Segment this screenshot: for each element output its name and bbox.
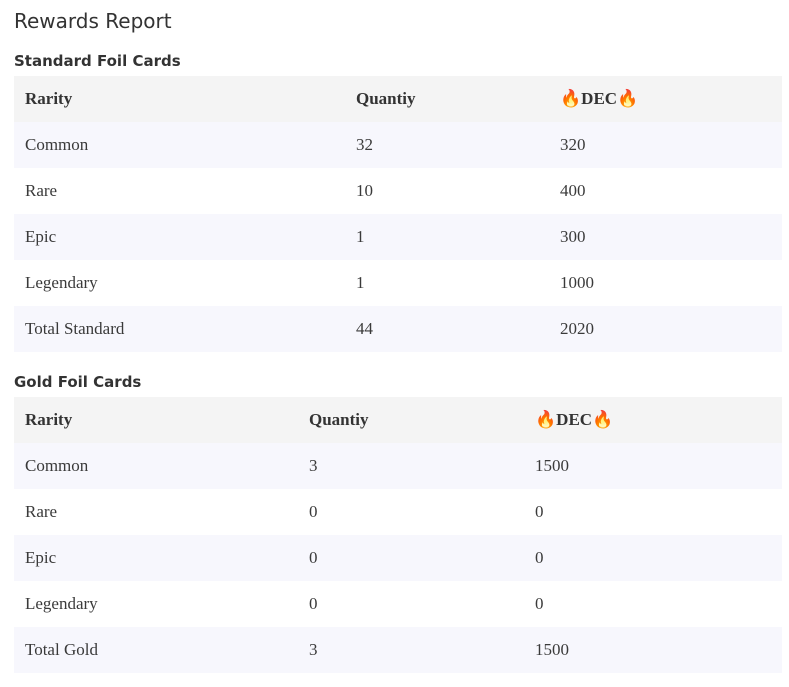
quantity-cell: 10 <box>345 168 549 214</box>
table-row: Epic 1 300 <box>14 214 782 260</box>
table-row: Rare 0 0 <box>14 489 782 535</box>
dec-cell: 1500 <box>524 443 782 489</box>
rarity-cell: Total Standard <box>14 306 345 352</box>
quantity-cell: 0 <box>298 489 524 535</box>
dec-cell: 0 <box>524 581 782 627</box>
dec-cell: 320 <box>549 122 782 168</box>
rarity-cell: Epic <box>14 214 345 260</box>
column-header-dec: 🔥DEC🔥 <box>549 76 782 122</box>
rarity-cell: Rare <box>14 489 298 535</box>
column-header-dec: 🔥DEC🔥 <box>524 397 782 443</box>
dec-cell: 400 <box>549 168 782 214</box>
quantity-cell: 1 <box>345 214 549 260</box>
dec-cell: 0 <box>524 535 782 581</box>
dec-cell: 2020 <box>549 306 782 352</box>
dec-cell: 1500 <box>524 627 782 673</box>
table-header-row: Rarity Quantiy 🔥DEC🔥 <box>14 76 782 122</box>
table-row: Legendary 0 0 <box>14 581 782 627</box>
quantity-cell: 3 <box>298 627 524 673</box>
table-header-row: Rarity Quantiy 🔥DEC🔥 <box>14 397 782 443</box>
rarity-cell: Rare <box>14 168 345 214</box>
column-header-quantity: Quantiy <box>345 76 549 122</box>
rarity-cell: Total Gold <box>14 627 298 673</box>
table-row: Common 32 320 <box>14 122 782 168</box>
quantity-cell: 0 <box>298 535 524 581</box>
table-row: Common 3 1500 <box>14 443 782 489</box>
quantity-cell: 1 <box>345 260 549 306</box>
table-row: Legendary 1 1000 <box>14 260 782 306</box>
gold-foil-heading: Gold Foil Cards <box>14 373 142 391</box>
page-title: Rewards Report <box>14 9 172 33</box>
table-row: Epic 0 0 <box>14 535 782 581</box>
column-header-rarity: Rarity <box>14 76 345 122</box>
quantity-cell: 32 <box>345 122 549 168</box>
standard-foil-table: Rarity Quantiy 🔥DEC🔥 Common 32 320 Rare … <box>14 76 782 352</box>
rarity-cell: Legendary <box>14 260 345 306</box>
dec-cell: 0 <box>524 489 782 535</box>
standard-foil-heading: Standard Foil Cards <box>14 52 181 70</box>
column-header-quantity: Quantiy <box>298 397 524 443</box>
quantity-cell: 3 <box>298 443 524 489</box>
quantity-cell: 0 <box>298 581 524 627</box>
dec-cell: 300 <box>549 214 782 260</box>
table-row: Rare 10 400 <box>14 168 782 214</box>
dec-cell: 1000 <box>549 260 782 306</box>
total-row: Total Gold 3 1500 <box>14 627 782 673</box>
rarity-cell: Epic <box>14 535 298 581</box>
column-header-rarity: Rarity <box>14 397 298 443</box>
rarity-cell: Common <box>14 122 345 168</box>
rarity-cell: Common <box>14 443 298 489</box>
quantity-cell: 44 <box>345 306 549 352</box>
total-row: Total Standard 44 2020 <box>14 306 782 352</box>
gold-foil-table: Rarity Quantiy 🔥DEC🔥 Common 3 1500 Rare … <box>14 397 782 673</box>
rarity-cell: Legendary <box>14 581 298 627</box>
